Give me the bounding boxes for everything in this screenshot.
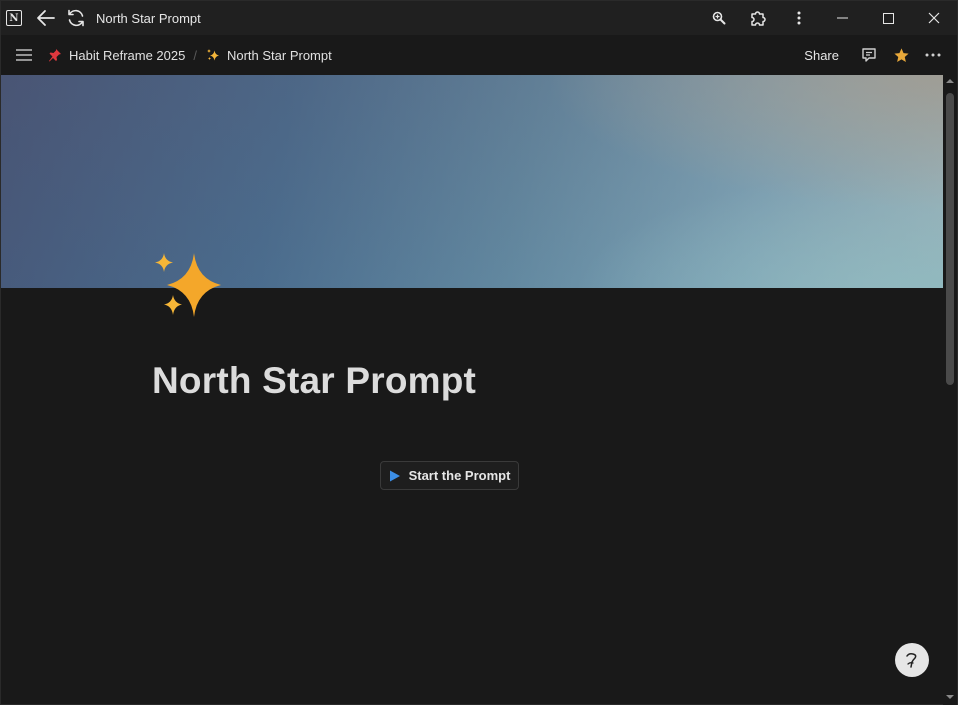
vertical-scrollbar[interactable] [943,75,957,705]
sparkles-icon [205,47,221,63]
start-prompt-button[interactable]: Start the Prompt [380,461,519,490]
maximize-button[interactable] [865,1,911,35]
app-window: N North Star Prompt Habit Reframe 2025 /… [0,0,958,705]
reload-button[interactable] [64,6,88,30]
star-icon [893,47,909,62]
close-button[interactable] [911,1,957,35]
breadcrumb-separator: / [193,47,197,63]
share-button[interactable]: Share [804,48,839,63]
hamburger-menu-icon [16,49,32,61]
window-title: North Star Prompt [96,10,201,26]
scroll-up-arrow-icon[interactable] [946,77,954,85]
breadcrumb-item-north-star[interactable]: North Star Prompt [205,47,332,63]
minimize-button[interactable] [819,1,865,35]
back-button[interactable] [34,6,58,30]
play-icon [389,470,401,482]
more-options-button[interactable] [917,35,949,75]
zoom-icon [712,11,726,25]
scroll-down-arrow-icon[interactable] [946,693,954,701]
breadcrumb-label: Habit Reframe 2025 [69,47,186,63]
title-bar: N North Star Prompt [1,1,957,35]
start-prompt-label: Start the Prompt [408,468,511,483]
scrollbar-thumb[interactable] [946,93,954,385]
zoom-button[interactable] [699,1,739,35]
sparkles-icon [155,253,221,317]
pushpin-icon [47,47,63,63]
close-icon [928,12,940,24]
page-header-bar: Habit Reframe 2025 / North Star Prompt S… [1,35,957,75]
page-icon[interactable] [151,249,223,321]
extensions-button[interactable] [739,1,779,35]
arrow-left-icon [37,10,55,26]
more-vertical-icon [797,11,801,25]
more-horizontal-icon [925,53,941,57]
reload-icon [68,9,84,27]
maximize-icon [882,12,894,24]
help-button[interactable] [895,643,929,677]
help-icon [906,653,917,668]
favorite-button[interactable] [885,35,917,75]
breadcrumb-label: North Star Prompt [226,47,332,63]
notion-app-icon: N [6,10,22,26]
page-content: North Star Prompt Start the Prompt [1,75,943,705]
page-cover-image[interactable] [1,75,943,288]
minimize-icon [836,17,848,19]
breadcrumb-item-habit-reframe[interactable]: Habit Reframe 2025 [47,47,185,63]
sidebar-menu-button[interactable] [13,44,35,66]
more-vertical-button[interactable] [779,1,819,35]
page-title[interactable]: North Star Prompt [152,360,476,402]
comments-button[interactable] [853,35,885,75]
comment-icon [862,48,876,62]
puzzle-icon [751,11,766,26]
